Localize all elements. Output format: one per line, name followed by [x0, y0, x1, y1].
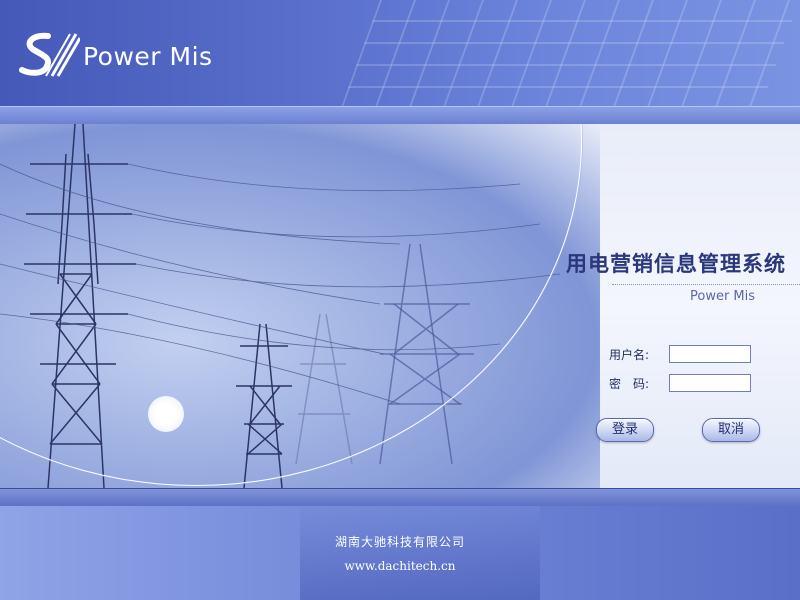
company-name: 湖南大驰科技有限公司 [334, 535, 465, 549]
title-divider [612, 284, 800, 285]
password-label: 密 码: [609, 377, 650, 391]
top-divider-band [0, 106, 800, 126]
power-mis-logo-icon [19, 32, 80, 77]
power-towers-illustration [0, 124, 561, 488]
system-subtitle: Power Mis [690, 289, 756, 304]
main-panel: 用电营销信息管理系统 Power Mis 用户名: 密 码: 登录 取消 [0, 124, 800, 488]
username-input[interactable] [669, 345, 751, 363]
header-grid-decoration [341, 0, 800, 106]
header-banner: Power Mis [0, 0, 800, 106]
footer-glow [300, 506, 540, 600]
bottom-divider-band [0, 488, 800, 508]
login-button[interactable]: 登录 [596, 418, 654, 442]
cancel-button[interactable]: 取消 [702, 418, 760, 442]
system-title: 用电营销信息管理系统 [566, 252, 786, 276]
footer: 湖南大驰科技有限公司 www.dachitech.cn [0, 506, 800, 600]
moon-decoration [148, 396, 184, 432]
brand-name: Power Mis [83, 42, 213, 71]
website-url: www.dachitech.cn [344, 559, 456, 573]
password-input[interactable] [669, 374, 751, 392]
username-label: 用户名: [609, 348, 650, 362]
